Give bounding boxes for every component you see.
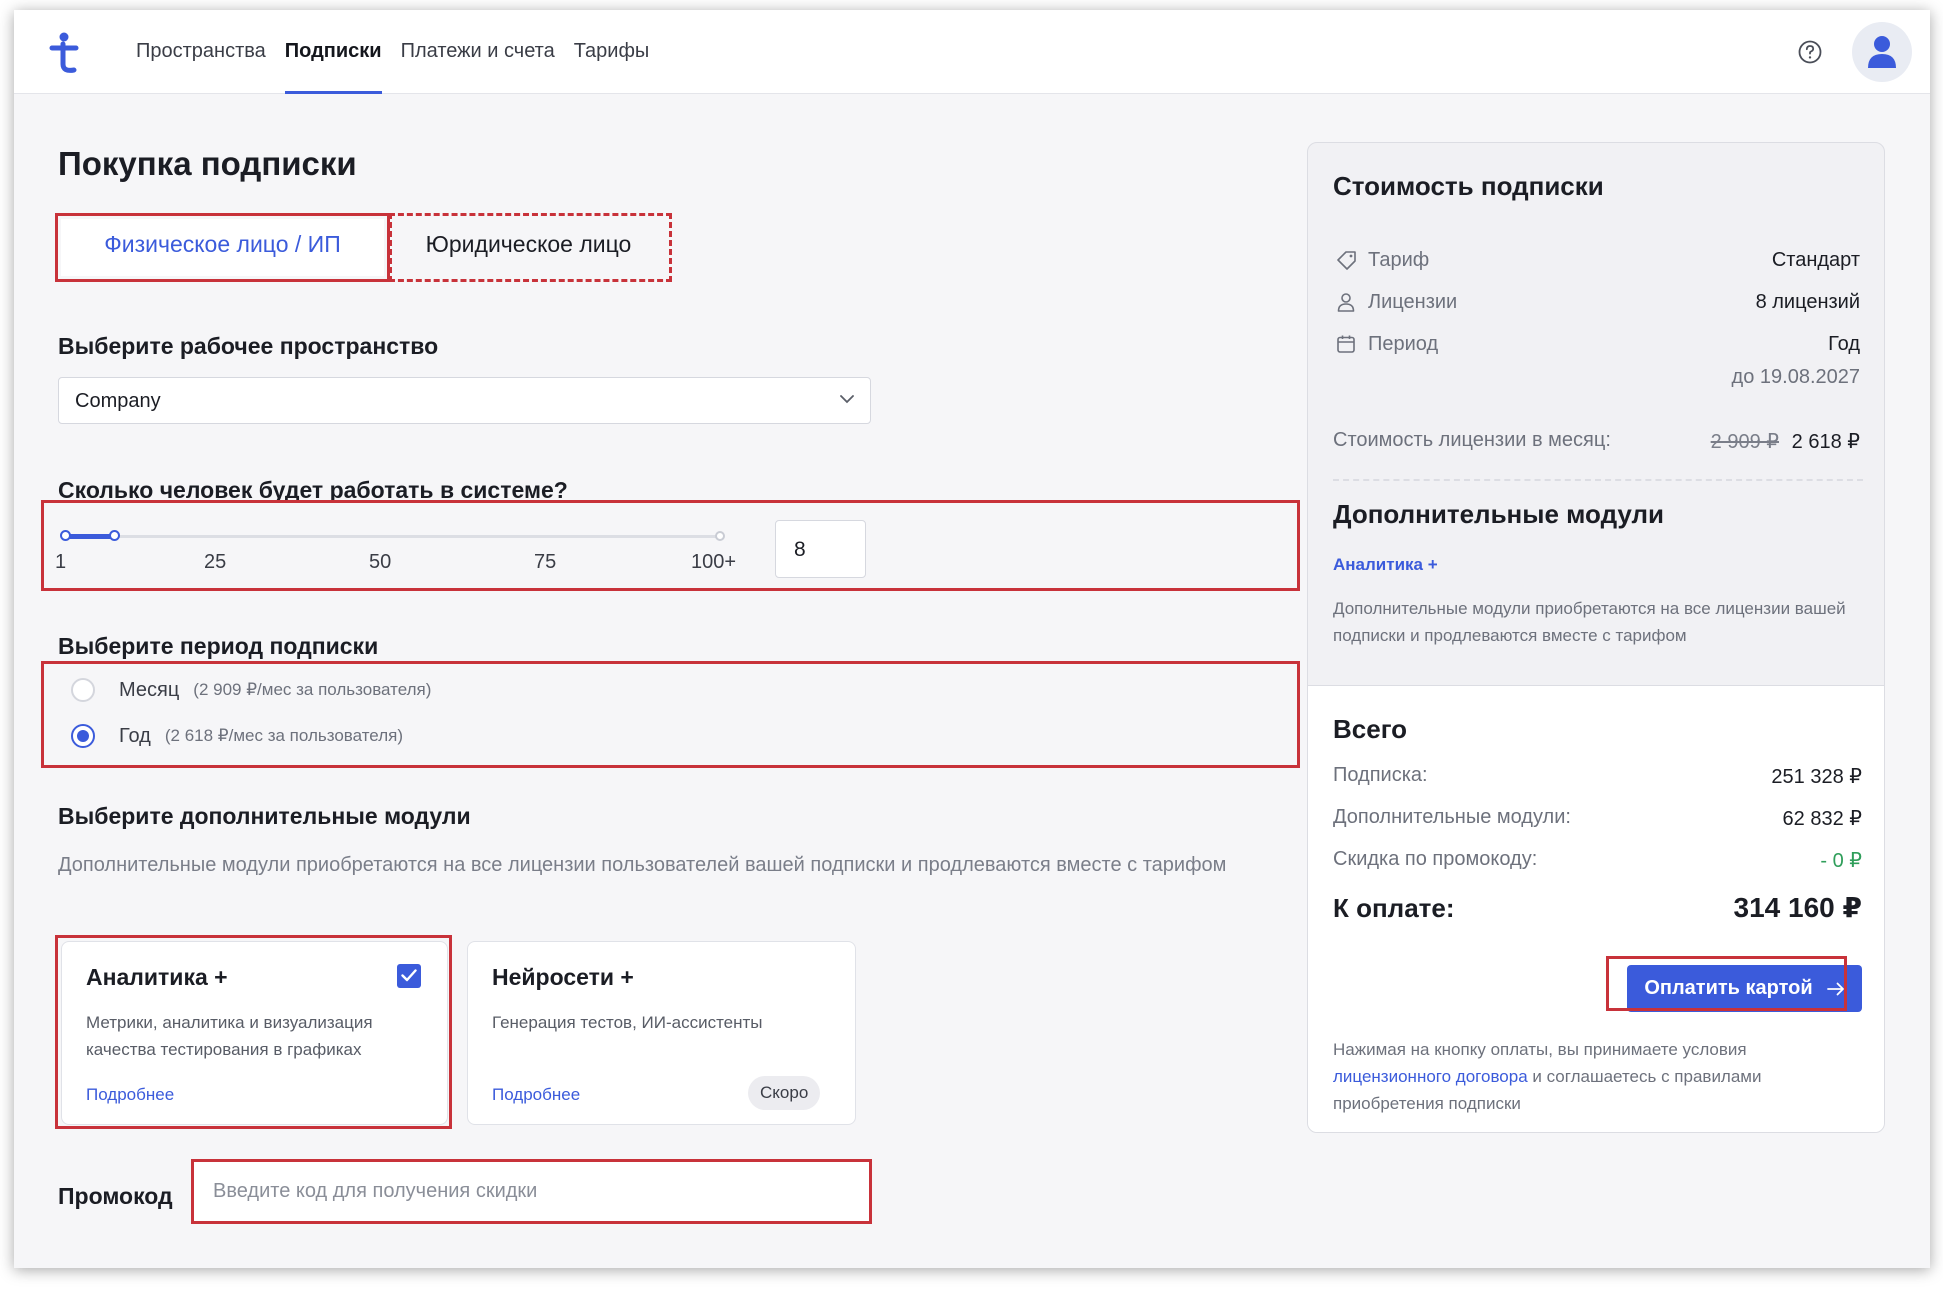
summary-period-until: до 19.08.2027: [1731, 366, 1860, 388]
summary-tariff-value: Стандарт: [1771, 249, 1860, 271]
app-window: Пространства Подписки Платежи и счета Та…: [14, 10, 1930, 1268]
totals-title: Всего: [1333, 714, 1408, 744]
summary-tariff-label: Тариф: [1368, 249, 1430, 271]
totals-subscription-value: 251 328 ₽: [1771, 766, 1862, 788]
nav-item-subscriptions[interactable]: Подписки: [284, 10, 382, 94]
status-badge: Скоро: [748, 1076, 821, 1110]
legal-note: Нажимая на кнопку оплаты, вы принимаете …: [1333, 1036, 1863, 1117]
page-title: Покупка подписки: [58, 145, 357, 182]
question-circle-icon[interactable]: [1797, 39, 1823, 65]
totals-discount-value: - 0 ₽: [1820, 850, 1862, 872]
modules-description: Дополнительные модули приобретаются на в…: [58, 854, 1227, 876]
license-price-label: Стоимость лицензии в месяц:: [1333, 429, 1611, 451]
totals-modules-label: Дополнительные модули:: [1333, 806, 1571, 828]
module-title: Нейросети +: [492, 964, 634, 990]
modules-summary-note: Дополнительные модули приобретаются на в…: [1333, 599, 1846, 645]
module-summary-item[interactable]: Аналитика +: [1333, 555, 1438, 575]
highlight-frame: [55, 213, 390, 282]
totals-section: Всего Подписка: 251 328 ₽ Дополнительные…: [1308, 685, 1884, 1132]
license-price-new: 2 618 ₽: [1791, 431, 1860, 453]
highlight-frame: [191, 1159, 872, 1224]
top-bar: Пространства Подписки Платежи и счета Та…: [14, 10, 1930, 94]
brand-logo-icon[interactable]: [48, 32, 84, 76]
totals-modules-value: 62 832 ₽: [1782, 808, 1862, 830]
license-price-old: 2 909 ₽: [1710, 431, 1779, 453]
module-more-link[interactable]: Подробнее: [492, 1085, 580, 1105]
summary-title: Стоимость подписки: [1333, 171, 1604, 201]
total-due-label: К оплате:: [1333, 893, 1455, 923]
user-avatar-icon: [1868, 36, 1896, 68]
highlight-frame: [41, 661, 1300, 768]
nav-item-spaces[interactable]: Пространства: [136, 10, 266, 94]
totals-subscription-label: Подписка:: [1333, 764, 1428, 786]
user-icon: [1337, 293, 1355, 312]
workspace-label: Выберите рабочее пространство: [58, 333, 439, 359]
main-nav: Пространства Подписки Платежи и счета Та…: [136, 10, 668, 94]
avatar[interactable]: [1852, 22, 1912, 82]
summary-period-label: Период: [1368, 333, 1439, 355]
workspace-select[interactable]: Company: [58, 377, 871, 424]
summary-licenses-value: 8 лицензий: [1755, 291, 1860, 313]
highlight-frame: [55, 935, 452, 1129]
summary-period-value: Год: [1828, 333, 1860, 355]
summary-licenses-label: Лицензии: [1368, 291, 1458, 313]
highlight-frame: [1606, 956, 1847, 1011]
module-card-neural[interactable]: Нейросети + Генерация тестов, ИИ-ассисте…: [467, 941, 856, 1125]
summary-divider: [1333, 479, 1863, 481]
module-description: Генерация тестов, ИИ-ассистенты: [492, 1013, 763, 1032]
total-due-value: 314 160 ₽: [1733, 892, 1862, 923]
legal-note-before: Нажимая на кнопку оплаты, вы принимаете …: [1333, 1040, 1747, 1059]
license-agreement-link[interactable]: лицензионного договора: [1333, 1067, 1528, 1086]
tag-icon: [1337, 251, 1356, 270]
period-label: Выберите период подписки: [58, 633, 379, 659]
chevron-down-icon: [840, 395, 854, 404]
calendar-icon: [1337, 335, 1355, 353]
promo-label: Промокод: [58, 1183, 173, 1209]
workspace-select-value: Company: [75, 390, 161, 412]
nav-item-payments[interactable]: Платежи и счета: [401, 10, 555, 94]
modules-summary-title: Дополнительные модули: [1333, 499, 1665, 529]
modules-label: Выберите дополнительные модули: [58, 803, 471, 829]
totals-discount-label: Скидка по промокоду:: [1333, 848, 1538, 870]
highlight-frame-dashed: [389, 213, 672, 282]
highlight-frame: [41, 500, 1300, 591]
nav-item-tariffs[interactable]: Тарифы: [574, 10, 650, 94]
